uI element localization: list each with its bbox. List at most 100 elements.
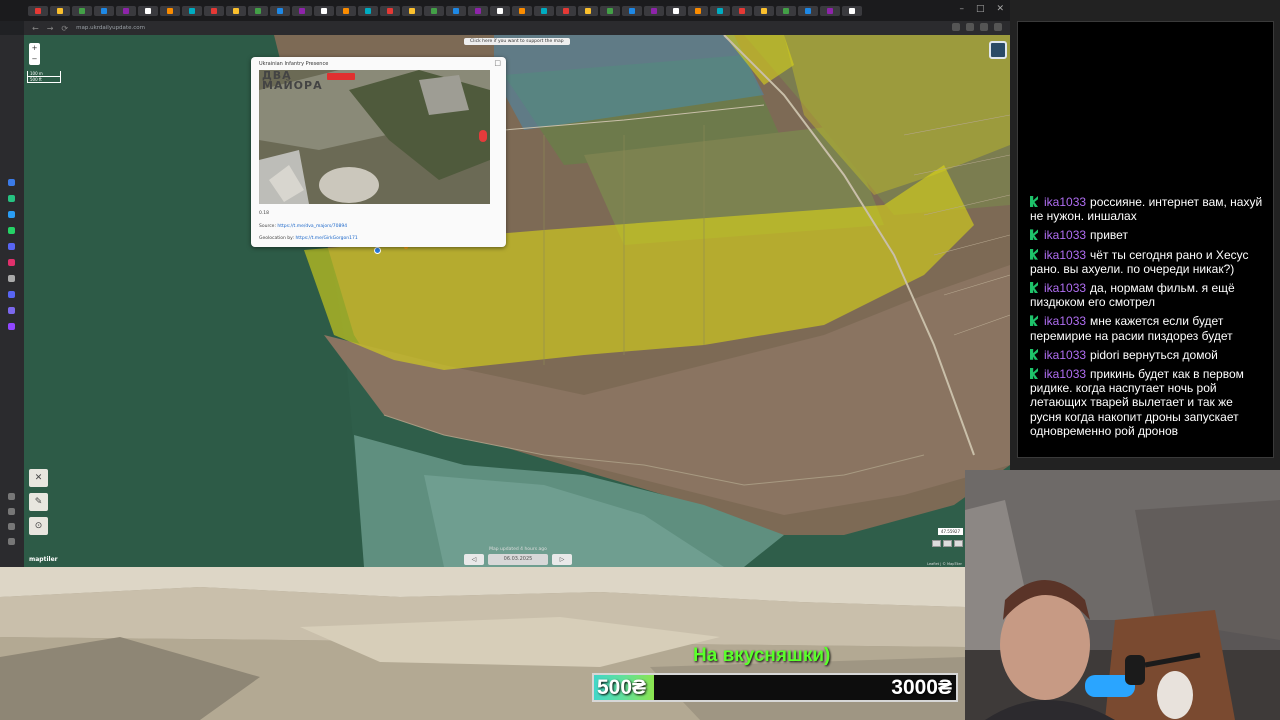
browser-tab[interactable] [402, 5, 422, 16]
browser-tab[interactable] [688, 5, 708, 16]
browser-tab[interactable] [600, 5, 620, 16]
moderator-badge-icon [1030, 195, 1038, 207]
browser-tab[interactable] [270, 5, 290, 16]
map-marker[interactable] [374, 247, 381, 254]
sidebar-tool-icon[interactable] [8, 508, 15, 515]
favicon-icon [35, 7, 41, 14]
browser-tab[interactable] [72, 5, 92, 16]
zoom-out-button[interactable]: − [29, 54, 40, 65]
sidebar-app-icon[interactable] [8, 195, 15, 202]
geolocation-link[interactable]: https://t.me/GirkGorgon171 [295, 236, 357, 241]
forward-button[interactable]: → [47, 24, 54, 33]
clear-tool-button[interactable]: ✕ [29, 469, 48, 487]
browser-tab[interactable] [446, 5, 466, 16]
draw-tool-button[interactable]: ✎ [29, 493, 48, 511]
browser-tab[interactable] [776, 5, 796, 16]
back-button[interactable]: ← [32, 24, 39, 33]
browser-tab[interactable] [578, 5, 598, 16]
view-button[interactable] [954, 540, 963, 547]
instagram-icon[interactable] [8, 259, 15, 266]
date-field[interactable]: 06.03.2025 [488, 554, 548, 565]
profile-icon[interactable] [994, 23, 1002, 31]
browser-tab[interactable] [380, 5, 400, 16]
browser-window: – □ ✕ ← → ⟳ map.ukrdailyupdate.com Click… [0, 0, 1010, 567]
view-button[interactable] [932, 540, 941, 547]
sidebar-tool-icon[interactable] [8, 538, 15, 545]
browser-tab[interactable] [534, 5, 554, 16]
extension-icon[interactable] [952, 23, 960, 31]
sidebar-app-icon[interactable] [8, 307, 15, 314]
browser-tab[interactable] [248, 5, 268, 16]
sidebar-tool-icon[interactable] [8, 523, 15, 530]
browser-tab[interactable] [644, 5, 664, 16]
url-field[interactable]: map.ukrdailyupdate.com [76, 25, 145, 31]
popup-close-button[interactable]: □ [494, 59, 501, 67]
source-link[interactable]: https://t.me/dva_majors/70894 [277, 224, 347, 229]
drone-video[interactable]: ДВА МАЙОРА [259, 70, 490, 204]
reload-button[interactable]: ⟳ [61, 24, 68, 33]
browser-tab[interactable] [182, 5, 202, 16]
browser-tab[interactable] [94, 5, 114, 16]
minimize-button[interactable]: – [959, 4, 964, 14]
sidebar-app-icon[interactable] [8, 323, 15, 330]
chat-username[interactable]: ika1033 [1044, 228, 1086, 242]
locate-tool-button[interactable]: ⊙ [29, 517, 48, 535]
chat-message: ika1033 мне кажется если будет перемирие … [1030, 314, 1266, 343]
browser-tab[interactable] [754, 5, 774, 16]
support-map-banner[interactable]: Click here if you want to support the ma… [464, 38, 570, 45]
browser-tab[interactable] [424, 5, 444, 16]
extension-icon[interactable] [966, 23, 974, 31]
satellite-map[interactable]: Click here if you want to support the ma… [24, 35, 1010, 567]
layers-button[interactable] [989, 41, 1007, 59]
chat-username[interactable]: ika1033 [1044, 195, 1086, 209]
browser-tab[interactable] [50, 5, 70, 16]
sidebar-app-icon[interactable] [8, 179, 15, 186]
browser-tab[interactable] [160, 5, 180, 16]
browser-tab[interactable] [138, 5, 158, 16]
prev-date-button[interactable]: ◁ [464, 554, 484, 565]
browser-tab[interactable] [358, 5, 378, 16]
chat-username[interactable]: ika1033 [1044, 314, 1086, 328]
browser-tab[interactable] [336, 5, 356, 16]
sidebar-app-icon[interactable] [8, 211, 15, 218]
chat-message-list: ika1033 россияне. интернет вам, нахуй не … [1030, 195, 1266, 443]
browser-tab[interactable] [820, 5, 840, 16]
chat-username[interactable]: ika1033 [1044, 281, 1086, 295]
browser-tab[interactable] [490, 5, 510, 16]
chat-username[interactable]: ika1033 [1044, 367, 1086, 381]
browser-tab[interactable] [666, 5, 686, 16]
next-date-button[interactable]: ▷ [552, 554, 572, 565]
x-icon[interactable] [8, 275, 15, 282]
extension-icon[interactable] [980, 23, 988, 31]
browser-tab[interactable] [798, 5, 818, 16]
browser-tab[interactable] [842, 5, 862, 16]
browser-tab[interactable] [292, 5, 312, 16]
record-indicator-icon [479, 130, 487, 142]
whatsapp-icon[interactable] [8, 227, 15, 234]
zoom-in-button[interactable]: + [29, 43, 40, 54]
favicon-icon [145, 7, 151, 14]
browser-tab[interactable] [28, 5, 48, 16]
sidebar-settings-icon[interactable] [8, 493, 15, 500]
stream-layout: – □ ✕ ← → ⟳ map.ukrdailyupdate.com Click… [0, 0, 1280, 720]
browser-tab[interactable] [204, 5, 224, 16]
chat-username[interactable]: ika1033 [1044, 248, 1086, 262]
sidebar-app-icon[interactable] [8, 243, 15, 250]
view-button[interactable] [943, 540, 952, 547]
browser-tab[interactable] [314, 5, 334, 16]
browser-tab[interactable] [512, 5, 532, 16]
recording-badge [327, 73, 355, 80]
browser-tab[interactable] [116, 5, 136, 16]
browser-tab[interactable] [468, 5, 488, 16]
maximize-button[interactable]: □ [976, 4, 985, 14]
favicon-icon [387, 7, 393, 14]
map-attribution: Leaflet | © MapTiler [927, 562, 962, 566]
browser-tab[interactable] [732, 5, 752, 16]
chat-username[interactable]: ika1033 [1044, 348, 1086, 362]
browser-tab[interactable] [226, 5, 246, 16]
browser-tab[interactable] [710, 5, 730, 16]
browser-tab[interactable] [556, 5, 576, 16]
browser-tab[interactable] [622, 5, 642, 16]
close-button[interactable]: ✕ [996, 4, 1004, 14]
discord-icon[interactable] [8, 291, 15, 298]
